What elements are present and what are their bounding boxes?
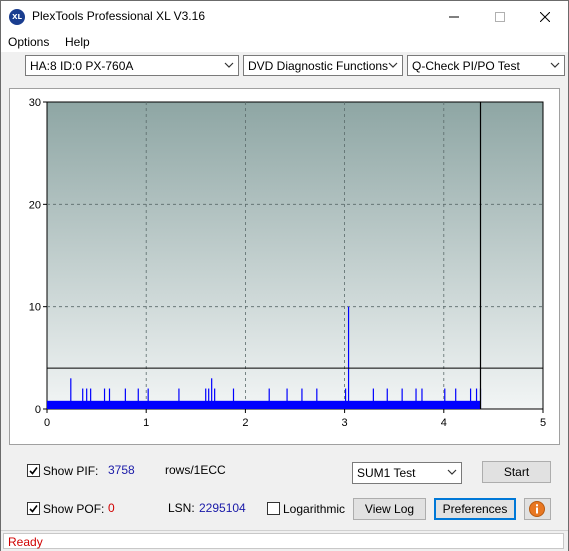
status-bar: Ready	[1, 530, 568, 551]
show-pif-checkbox[interactable]	[27, 464, 40, 477]
view-log-button[interactable]: View Log	[353, 498, 426, 520]
data-spike	[208, 388, 210, 409]
data-spike	[86, 388, 88, 409]
data-spike	[124, 388, 126, 409]
data-spike	[316, 388, 318, 409]
maximize-icon	[495, 11, 505, 22]
status-field: Ready	[3, 533, 564, 549]
chevron-down-icon	[224, 62, 234, 68]
pof-value: 0	[108, 501, 115, 515]
pif-unit: rows/1ECC	[165, 463, 226, 477]
function-select[interactable]: DVD Diagnostic Functions	[243, 55, 403, 76]
close-icon	[540, 11, 550, 22]
menu-help[interactable]: Help	[65, 35, 90, 49]
minimize-icon	[449, 16, 459, 17]
data-spike	[232, 388, 235, 409]
x-tick-label: 3	[342, 417, 348, 429]
data-spike	[211, 378, 213, 409]
lsn-label: LSN:	[168, 501, 195, 515]
pi-po-chart: 0 1 2 3 4 5 0 10 20 30	[29, 97, 546, 429]
drive-select-value: HA:8 ID:0 PX-760A	[30, 59, 134, 73]
menu-options[interactable]: Options	[8, 35, 49, 49]
data-spike	[301, 388, 303, 409]
x-tick-label: 4	[441, 417, 447, 429]
x-tick-label: 1	[143, 417, 149, 429]
show-pif-label: Show PIF:	[43, 464, 99, 478]
lsn-value: 2295104	[199, 501, 246, 515]
show-pof-checkbox[interactable]	[27, 502, 40, 515]
x-axis-ticks: 0 1 2 3 4 5	[44, 409, 546, 429]
data-spike	[205, 388, 207, 409]
data-spike	[70, 378, 72, 409]
data-spike	[344, 388, 347, 409]
data-spike	[401, 388, 403, 409]
function-select-value: DVD Diagnostic Functions	[248, 59, 389, 73]
data-spike	[469, 388, 472, 409]
data-spike	[137, 388, 139, 409]
info-icon	[529, 501, 545, 517]
data-spike	[82, 388, 84, 409]
chevron-down-icon	[447, 469, 457, 475]
data-spike	[347, 306, 350, 409]
toolbar: HA:8 ID:0 PX-760A DVD Diagnostic Functio…	[1, 52, 568, 82]
x-tick-label: 5	[540, 417, 546, 429]
data-spike	[415, 388, 417, 409]
test-select-value: Q-Check PI/PO Test	[412, 59, 520, 73]
chevron-down-icon	[388, 62, 398, 68]
logarithmic-checkbox[interactable]	[267, 502, 280, 515]
data-spike	[147, 388, 149, 409]
data-spike	[286, 388, 288, 409]
y-tick-label: 0	[35, 404, 41, 416]
chevron-down-icon	[550, 62, 560, 68]
data-spike	[421, 388, 423, 409]
y-tick-label: 10	[29, 302, 41, 314]
x-tick-label: 2	[242, 417, 248, 429]
maximize-button[interactable]	[477, 1, 523, 32]
y-tick-label: 20	[29, 199, 41, 211]
chart-panel: 0 1 2 3 4 5 0 10 20 30	[9, 88, 560, 445]
data-spike	[103, 388, 106, 409]
data-spike	[386, 388, 388, 409]
data-spike	[455, 388, 457, 409]
data-spike	[214, 388, 216, 409]
app-window: XL PlexTools Professional XL V3.16 Optio…	[0, 0, 569, 551]
test-select[interactable]: Q-Check PI/PO Test	[407, 55, 565, 76]
drive-select[interactable]: HA:8 ID:0 PX-760A	[25, 55, 239, 76]
preferences-button[interactable]: Preferences	[434, 498, 516, 520]
data-spike	[268, 388, 270, 409]
x-tick-label: 0	[44, 417, 50, 429]
data-spike	[372, 388, 374, 409]
show-pof-label: Show POF:	[43, 502, 105, 516]
control-panel: Show PIF: 3758 rows/1ECC SUM1 Test Start…	[9, 452, 560, 528]
check-icon	[29, 505, 38, 513]
sum-test-select[interactable]: SUM1 Test	[352, 462, 462, 484]
minimize-button[interactable]	[431, 1, 477, 32]
data-spike	[90, 388, 92, 409]
data-spike	[178, 388, 180, 409]
check-icon	[29, 467, 38, 475]
start-button[interactable]: Start	[482, 461, 551, 483]
sum-test-value: SUM1 Test	[357, 466, 416, 480]
app-icon: XL	[9, 9, 25, 25]
title-bar[interactable]: XL PlexTools Professional XL V3.16	[1, 1, 568, 32]
data-spike	[444, 388, 446, 409]
window-title: PlexTools Professional XL V3.16	[32, 9, 205, 23]
close-button[interactable]	[522, 1, 568, 32]
status-text: Ready	[8, 535, 43, 549]
y-axis-ticks: 0 10 20 30	[29, 97, 47, 416]
menu-bar: Options Help	[1, 32, 568, 52]
data-spike	[475, 388, 478, 409]
data-spike	[108, 388, 111, 409]
y-tick-label: 30	[29, 97, 41, 109]
info-button[interactable]	[524, 498, 551, 520]
pif-value: 3758	[108, 463, 135, 477]
logarithmic-label: Logarithmic	[283, 502, 346, 516]
plot-area	[46, 101, 544, 410]
